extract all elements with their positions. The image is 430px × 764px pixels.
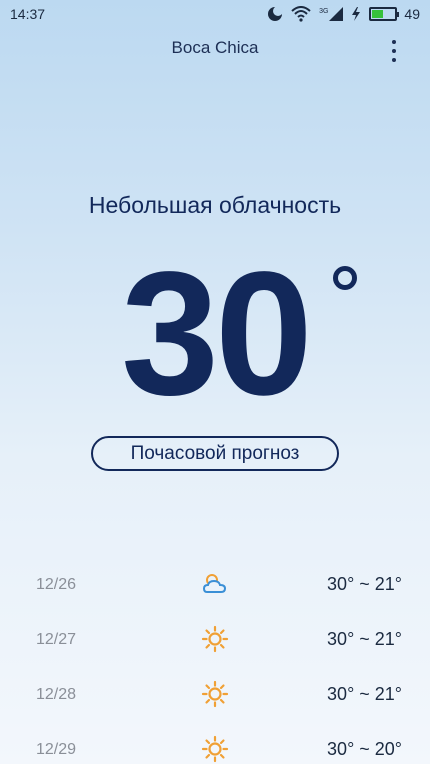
daily-forecast-list: 12/26 30° ~ 21° 12/27 30° ~ 21° 12/28 30… (0, 557, 430, 764)
sun-icon (201, 735, 229, 763)
wifi-icon (291, 6, 311, 22)
charging-icon (352, 7, 361, 21)
battery-icon (369, 7, 400, 21)
partly-cloudy-icon (202, 574, 227, 593)
forecast-range: 30° ~ 21° (327, 684, 402, 704)
status-bar: 14:37 3G 49 (0, 0, 430, 28)
current-temperature: 30 (0, 246, 430, 426)
sun-icon (201, 680, 229, 708)
forecast-date: 12/29 (36, 740, 77, 758)
weather-condition: Небольшая облачность (88, 192, 342, 218)
battery-indicator: 49 (369, 6, 420, 22)
battery-fill (372, 10, 384, 18)
forecast-range: 30° ~ 20° (327, 739, 402, 759)
more-vertical-icon[interactable] (386, 38, 402, 64)
moon-icon (268, 6, 284, 21)
forecast-range: 30° ~ 21° (327, 629, 402, 649)
forecast-date: 12/26 (36, 575, 77, 593)
status-time: 14:37 (10, 6, 46, 22)
hourly-forecast-button[interactable]: Почасовой прогноз (91, 436, 339, 471)
forecast-row[interactable]: 12/26 30° ~ 21° (0, 557, 430, 612)
location-title[interactable]: Boca Chica (0, 38, 430, 64)
forecast-date: 12/27 (36, 630, 77, 648)
forecast-date: 12/28 (36, 685, 77, 703)
network-type: 3G (319, 8, 329, 15)
forecast-row[interactable]: 12/29 30° ~ 20° (0, 722, 430, 764)
status-icons: 3G 49 (267, 6, 420, 22)
signal-icon (329, 7, 344, 21)
sun-icon (201, 625, 229, 653)
degree-icon (333, 266, 357, 290)
forecast-range: 30° ~ 21° (327, 574, 402, 594)
battery-level: 49 (404, 6, 420, 22)
forecast-row[interactable]: 12/27 30° ~ 21° (0, 612, 430, 667)
forecast-row[interactable]: 12/28 30° ~ 21° (0, 667, 430, 722)
temperature-value: 30 (121, 236, 313, 432)
